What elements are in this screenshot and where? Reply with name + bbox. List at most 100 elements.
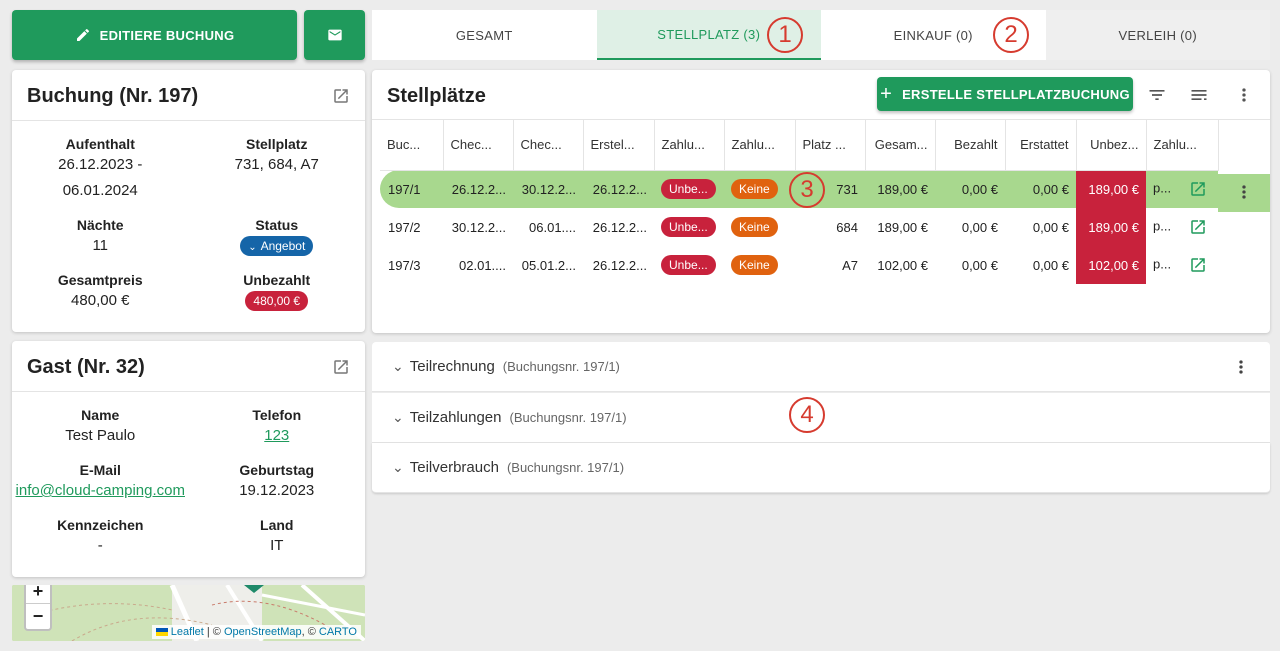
col-header-checkout[interactable]: Chec... (513, 120, 584, 171)
col-header-payment-method[interactable]: Zahlu... (724, 120, 796, 171)
leaflet-link[interactable]: Leaflet (171, 626, 204, 638)
phone-link[interactable]: 123 (189, 423, 366, 449)
plate-label: Kennzeichen (57, 517, 144, 533)
cell-checkout: 06.01.... (529, 219, 576, 235)
zoom-out-button[interactable]: − (26, 604, 50, 629)
cell-payment-more: p... (1146, 208, 1218, 246)
email-button[interactable] (304, 10, 365, 60)
unpaid-label: Unbezahlt (243, 272, 311, 288)
open-external-icon[interactable] (1189, 180, 1207, 198)
table-row[interactable]: 197/3 02.01.... 05.01.2... 26.12.2... Un… (380, 246, 1218, 284)
cell-id: 197/2 (388, 219, 421, 235)
col-header-created[interactable]: Erstel... (583, 120, 655, 171)
guest-title: Gast (Nr. 32) (27, 356, 145, 378)
payment-method-badge: Keine (731, 179, 778, 200)
map[interactable]: + − Leaflet | © OpenStreetMap, © CARTO (12, 585, 365, 641)
cell-checkout: 05.01.2... (521, 257, 576, 273)
zoom-in-button[interactable]: + (26, 585, 50, 604)
tab-verleih[interactable]: VERLEIH (0) (1045, 10, 1270, 60)
edit-booking-button[interactable]: EDITIERE BUCHUNG (12, 10, 297, 60)
col-header-total[interactable]: Gesam... (865, 120, 936, 171)
cell-created: 26.12.2... (583, 170, 654, 208)
accordion-partial-invoice[interactable]: ⌄ Teilrechnung (Buchungsnr. 197/1) (372, 342, 1270, 392)
pitch-label: Stellplatz (246, 136, 308, 152)
col-header-checkin[interactable]: Chec... (443, 120, 514, 171)
stay-value-end: 06.01.2024 (62, 182, 138, 199)
plus-icon: + (880, 83, 893, 105)
cell-pitch: A7 (842, 257, 858, 273)
booking-card: Buchung (Nr. 197) Aufenthalt 26.12.2023 … (12, 70, 365, 332)
col-header-payment-status[interactable]: Zahlu... (654, 120, 725, 171)
zoom-control: + − (24, 585, 52, 631)
country-value: IT (270, 537, 284, 554)
payment-more-text: p... (1153, 218, 1172, 234)
osm-link[interactable]: OpenStreetMap (224, 626, 302, 638)
row-more-vert-icon[interactable] (1234, 182, 1254, 202)
accordion-title: Teilzahlungen (409, 409, 502, 426)
cell-unpaid: 102,00 € (1076, 246, 1146, 284)
cell-payment-status: Unbe... (654, 246, 724, 284)
cell-paid: 0,00 € (961, 257, 998, 273)
cell-created: 26.12.2... (592, 257, 647, 273)
pitch-value: 731, 684, A7 (234, 156, 319, 173)
cell-total: 189,00 € (865, 170, 935, 208)
filter-icon[interactable] (1147, 85, 1167, 105)
booking-tabs: GESAMT STELLPLATZ (3) EINKAUF (0) VERLEI… (372, 10, 1270, 60)
accordion-title: Teilrechnung (409, 358, 495, 375)
more-vert-icon[interactable] (1231, 357, 1251, 377)
header-border-tail (1218, 120, 1219, 170)
create-pitch-booking-button[interactable]: + ERSTELLE STELLPLATZBUCHUNG (877, 77, 1133, 111)
email-link[interactable]: info@cloud-camping.com (12, 478, 189, 504)
cell-refunded: 0,00 € (1032, 219, 1069, 235)
accordion-subtitle: (Buchungsnr. 197/1) (502, 359, 620, 374)
open-external-icon[interactable] (1189, 256, 1207, 274)
col-header-pitch[interactable]: Platz ... (795, 120, 866, 171)
cell-unpaid: 189,00 € (1076, 208, 1146, 246)
more-vert-icon[interactable] (1234, 85, 1254, 105)
tab-gesamt[interactable]: GESAMT (372, 10, 597, 60)
cell-payment-more: p... (1146, 246, 1218, 284)
table-header-row: Buc... Chec... Chec... Erstel... Zahlu..… (380, 120, 1219, 171)
columns-icon[interactable] (1189, 85, 1209, 105)
card-divider (12, 120, 365, 121)
status-badge[interactable]: ⌄ Angebot (240, 236, 314, 256)
accordion-subtitle: (Buchungsnr. 197/1) (506, 460, 625, 475)
carto-link[interactable]: CARTO (319, 626, 357, 638)
guest-card: Gast (Nr. 32) Name Test Paulo Telefon 12… (12, 341, 365, 577)
status-label: Status (255, 217, 299, 233)
attribution-sep-1: | © (203, 626, 224, 638)
cell-paid: 0,00 € (961, 219, 998, 235)
plate-value: - (97, 537, 103, 554)
name-label: Name (81, 407, 120, 423)
card-divider (12, 391, 365, 392)
cell-id: 197/3 (388, 257, 421, 273)
birthday-label: Geburtstag (239, 462, 315, 478)
cell-checkin: 26.12.2... (443, 170, 513, 208)
col-header-unpaid[interactable]: Unbez... (1076, 120, 1147, 171)
stay-label: Aufenthalt (65, 136, 135, 152)
annotation-marker-3: 3 (789, 172, 825, 208)
col-header-refunded[interactable]: Erstattet (1005, 120, 1077, 171)
col-header-payment-more[interactable]: Zahlu... (1146, 120, 1219, 171)
cell-refunded: 0,00 € (1005, 170, 1076, 208)
open-external-icon[interactable] (1189, 218, 1207, 236)
col-header-booking[interactable]: Buc... (380, 120, 444, 171)
country-label: Land (260, 517, 294, 533)
payment-status-badge: Unbe... (661, 255, 716, 275)
edit-booking-label: EDITIERE BUCHUNG (99, 27, 235, 43)
col-header-paid[interactable]: Bezahlt (935, 120, 1006, 171)
nights-label: Nächte (76, 217, 124, 233)
cell-unpaid: 189,00 € (1076, 170, 1146, 208)
cell-checkin: 30.12.2... (451, 219, 506, 235)
open-external-icon[interactable] (332, 87, 350, 105)
map-attribution: Leaflet | © OpenStreetMap, © CARTO (151, 625, 361, 639)
payment-method-badge: Keine (731, 255, 778, 275)
pitches-card: Stellplätze + ERSTELLE STELLPLATZBUCHUNG… (372, 70, 1270, 333)
open-external-icon[interactable] (332, 358, 350, 376)
accordion-partial-consumption[interactable]: ⌄ Teilverbrauch (Buchungsnr. 197/1) (372, 443, 1270, 493)
status-value: Angebot (260, 239, 306, 253)
table-row[interactable]: 197/2 30.12.2... 06.01.... 26.12.2... Un… (380, 208, 1218, 246)
phone-label: Telefon (252, 407, 302, 423)
cell-id: 197/1 (380, 170, 443, 208)
nights-value: 11 (92, 237, 109, 254)
